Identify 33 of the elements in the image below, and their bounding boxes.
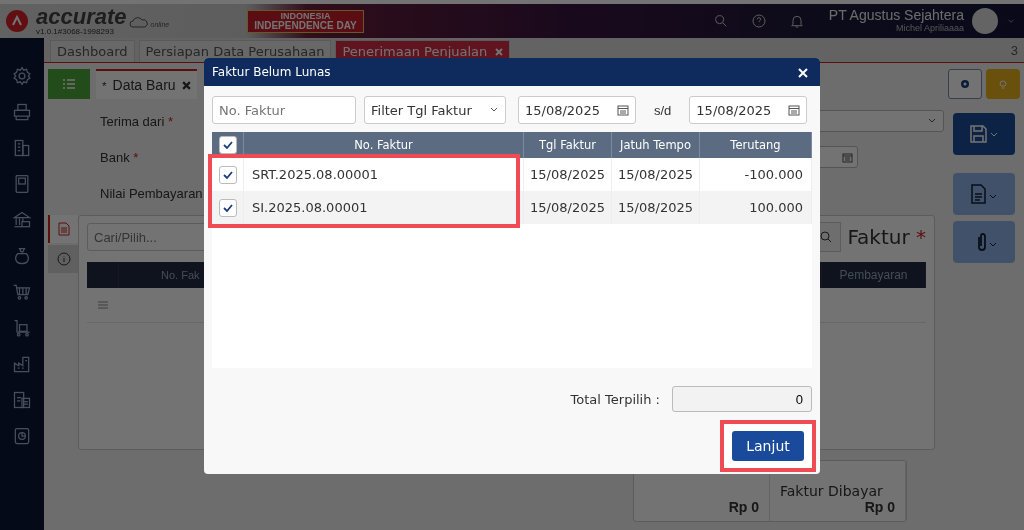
column-header: No. Fak	[161, 269, 200, 281]
table-cell: 15/08/2025	[530, 167, 605, 182]
summary-label: Faktur Dibayar	[780, 483, 884, 499]
table-cell: SRT.2025.08.00001	[252, 167, 379, 182]
table-cell: SI.2025.08.00001	[252, 200, 368, 215]
table-cell: -100.000	[744, 167, 803, 182]
logo-text: accurate	[36, 6, 127, 28]
continue-button[interactable]: Lanjut	[732, 431, 804, 461]
range-separator: s/d	[653, 102, 673, 118]
total-label: Total Terpilih :	[570, 391, 660, 407]
event-banner: INDONESIA INDEPENDENCE DAY	[247, 9, 364, 33]
dialog-title: Faktur Belum Lunas	[212, 65, 331, 79]
table-cell: 100.000	[749, 200, 803, 215]
tab[interactable]: Dashboard	[50, 40, 135, 62]
date-field[interactable]: 15/08/2025	[689, 96, 808, 124]
table-cell: 15/08/2025	[530, 200, 605, 215]
field-label: Nilai Pembayaran	[100, 185, 204, 201]
search-field[interactable]: No. Faktur	[212, 96, 356, 124]
version-text: v1.0.1#3068-1998293	[36, 28, 115, 36]
table-cell: 15/08/2025	[618, 200, 693, 215]
summary-value: Rp 0	[863, 499, 895, 515]
date-field[interactable]: 15/08/2025	[518, 96, 636, 124]
table-cell: 15/08/2025	[618, 167, 693, 182]
search-field[interactable]: Cari/Pilih...	[87, 223, 207, 251]
field-label: Bank *	[100, 149, 140, 165]
section-title: Faktur *	[847, 225, 926, 249]
filter-dropdown[interactable]: Filter Tgl Faktur	[364, 96, 506, 124]
summary-value: Rp 0	[727, 499, 759, 515]
column-header: Pembayaran	[839, 268, 908, 282]
column-header[interactable]: No. Faktur	[354, 138, 413, 152]
total-field[interactable]: 0	[672, 386, 812, 412]
company-name: PT Agustus Sejahtera	[828, 8, 964, 24]
field-label: Terima dari *	[100, 113, 174, 129]
